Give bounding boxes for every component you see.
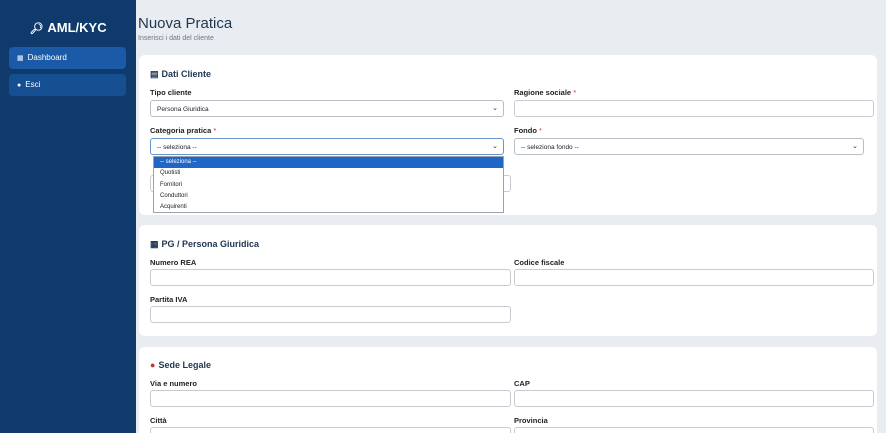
sede-legale-card: ● Sede Legale Via e numero CAP Città Prov… [139,347,877,433]
brand-title: AML/KYC [47,20,107,35]
select-value: -- seleziona -- [157,144,197,151]
via-numero-input[interactable] [150,390,511,407]
categoria-pratica-select[interactable]: -- seleziona -- ⌄ [150,138,504,155]
page-subtitle: Inserisci i dati del cliente [138,35,214,42]
building-icon: ▦ [150,239,159,249]
chevron-down-icon: ⌄ [492,143,498,150]
sidebar-item-label: Esci [25,80,41,89]
sidebar-item-dashboard[interactable]: ▦ Dashboard [9,47,126,69]
categoria-pratica-label: Categoria pratica * [150,126,216,135]
codice-fiscale-label: Codice fiscale [514,258,565,267]
label-text: Categoria pratica [150,126,212,135]
dropdown-option[interactable]: Quotisti [154,168,503,179]
required-mark: * [213,126,217,135]
provincia-label: Provincia [514,416,548,425]
brand: 🔎︎ AML/KYC [0,20,136,35]
codice-fiscale-input[interactable] [514,269,874,286]
required-mark: * [573,88,577,97]
provincia-input[interactable] [514,427,874,433]
categoria-dropdown: -- seleziona -- Quotisti Fornitori Condu… [153,156,504,213]
via-numero-label: Via e numero [150,379,197,388]
citta-label: Città [150,416,167,425]
cap-label: CAP [514,379,530,388]
label-text: Ragione sociale [514,88,572,97]
page-title: Nuova Pratica [138,15,233,32]
dropdown-option[interactable]: Acquirenti [154,202,503,213]
citta-input[interactable] [150,427,511,433]
dropdown-option[interactable]: Conduttori [154,191,503,202]
card-title-text: Dati Cliente [161,69,212,79]
card-title-text: Sede Legale [158,360,211,370]
main-content: Nuova Pratica Inserisci i dati del clien… [136,0,886,433]
ragione-sociale-input[interactable] [514,100,874,117]
card-title: ▦ PG / Persona Giuridica [150,239,259,250]
dropdown-option[interactable]: Fornitori [154,180,503,191]
chevron-down-icon: ⌄ [852,143,858,150]
required-mark: * [539,126,542,135]
select-value: -- seleziona fondo -- [521,144,579,151]
cap-input[interactable] [514,390,874,407]
pin-icon: ● [150,360,156,370]
label-text: Tipo cliente [150,88,192,97]
person-icon: ● [17,82,22,89]
partita-iva-label: Partita IVA [150,295,188,304]
chevron-down-icon: ⌄ [492,105,498,112]
ragione-sociale-label: Ragione sociale * [514,88,576,97]
fondo-select[interactable]: -- seleziona fondo -- ⌄ [514,138,864,155]
card-title-text: PG / Persona Giuridica [161,239,260,249]
select-value: Persona Giuridica [157,106,209,113]
dropdown-option[interactable]: -- seleziona -- [154,157,503,169]
document-icon: ▤ [150,69,159,79]
grid-icon: ▦ [17,55,24,62]
card-title: ● Sede Legale [150,360,211,370]
fondo-label: Fondo * [514,126,542,135]
search-icon: 🔎︎ [29,23,44,35]
label-text: Fondo [514,126,537,135]
persona-giuridica-card: ▦ PG / Persona Giuridica Numero REA Codic… [139,225,877,336]
partita-iva-input[interactable] [150,306,511,323]
dati-cliente-card: ▤ Dati Cliente Tipo cliente Persona Giuri… [139,55,877,215]
tipo-cliente-label: Tipo cliente [150,88,192,97]
card-title: ▤ Dati Cliente [150,69,211,80]
sidebar: 🔎︎ AML/KYC ▦ Dashboard ● Esci [0,0,136,433]
numero-rea-label: Numero REA [150,258,197,267]
numero-rea-input[interactable] [150,269,511,286]
sidebar-item-label: Dashboard [27,53,67,62]
sidebar-item-esci[interactable]: ● Esci [9,74,126,96]
tipo-cliente-select[interactable]: Persona Giuridica ⌄ [150,100,504,117]
